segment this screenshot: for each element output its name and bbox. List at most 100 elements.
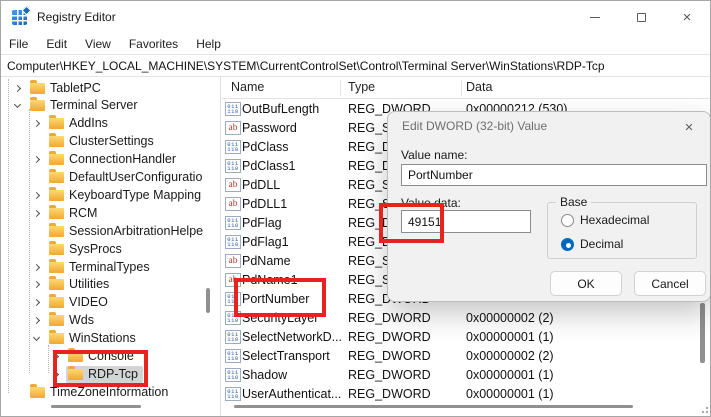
column-header-name[interactable]: Name — [231, 80, 264, 94]
tree-item-winstations[interactable]: WinStations — [34, 329, 141, 347]
cancel-button[interactable]: Cancel — [634, 271, 706, 296]
tree-item-addins[interactable]: AddIns — [34, 114, 113, 132]
tree-pane: TabletPCTerminal Server AddIns ClusterSett… — [1, 77, 221, 417]
tree-selection-highlight: RDP-Tcp — [66, 366, 143, 383]
maximize-button[interactable] — [618, 1, 664, 33]
tree-item-sysprocs[interactable]: SysProcs — [34, 240, 127, 258]
tree-item-connectionhandler[interactable]: ConnectionHandler — [34, 150, 181, 168]
chevron-right-icon[interactable] — [52, 352, 59, 359]
tree-item-label: TabletPC — [50, 81, 101, 95]
tree-item-defaultuserconfiguratio[interactable]: DefaultUserConfiguratio — [34, 168, 207, 186]
value-name: Password — [242, 121, 297, 135]
tree-item-body: TimeZoneInformation — [28, 384, 173, 401]
chevron-right-icon[interactable] — [33, 298, 40, 305]
tree-item-wds[interactable]: Wds — [34, 311, 99, 329]
tree-item-terminal-server[interactable]: Terminal Server — [15, 96, 143, 114]
dialog-title: Edit DWORD (32-bit) Value — [402, 119, 547, 133]
menu-item-file[interactable]: File — [9, 37, 37, 51]
value-data-input[interactable] — [401, 210, 531, 233]
tree-item-video[interactable]: VIDEO — [34, 293, 113, 311]
chevron-right-icon[interactable] — [33, 119, 40, 126]
tree-item-terminaltypes[interactable]: TerminalTypes — [34, 258, 155, 276]
reg-dword-icon: 011110 — [225, 292, 241, 306]
tree-item-label: SysProcs — [69, 242, 122, 256]
reg-dword-icon: 011110 — [225, 159, 241, 173]
tree-item-body: TerminalTypes — [47, 259, 155, 276]
list-horizontal-scrollbar[interactable] — [234, 405, 633, 408]
radio-unchecked-icon[interactable] — [561, 214, 574, 227]
folder-icon — [49, 172, 64, 183]
tree-item-utilities[interactable]: Utilities — [34, 275, 114, 293]
menu-bar: FileEditViewFavoritesHelp — [1, 33, 710, 54]
menu-item-view[interactable]: View — [76, 37, 120, 51]
edit-dword-dialog: Edit DWORD (32-bit) Value × Value name: … — [387, 111, 711, 302]
chevron-down-icon[interactable] — [14, 100, 21, 107]
radio-checked-icon[interactable] — [561, 238, 574, 251]
tree-item-tabletpc[interactable]: TabletPC — [15, 79, 106, 97]
base-groupbox-label: Base — [556, 195, 591, 209]
dialog-close-button[interactable]: × — [676, 115, 702, 139]
chevron-right-icon[interactable] — [33, 263, 40, 270]
tree-item-label: KeyboardType Mapping — [69, 188, 201, 202]
tree-item-sessionarbitrationhelpe[interactable]: SessionArbitrationHelpe — [34, 222, 208, 240]
folder-icon — [49, 279, 64, 290]
tree-item-label: Console — [88, 349, 134, 363]
folder-icon — [30, 100, 45, 111]
chevron-right-icon[interactable] — [52, 370, 59, 377]
folder-icon — [49, 226, 64, 237]
radio-option-decimal[interactable]: Decimal — [561, 237, 623, 251]
value-name: Shadow — [242, 368, 287, 382]
tree-item-label: RDP-Tcp — [88, 367, 138, 381]
tree-item-label: AddIns — [69, 116, 108, 130]
value-name: PdFlag1 — [242, 235, 289, 249]
menu-item-favorites[interactable]: Favorites — [120, 37, 187, 51]
registry-value-row-userauthenticat[interactable]: 011110UserAuthenticat...REG_DWORD0x00000… — [222, 385, 711, 404]
value-name: PdClass1 — [242, 159, 296, 173]
close-button[interactable]: × — [664, 1, 710, 33]
value-name-input[interactable] — [401, 164, 707, 186]
minimize-button[interactable] — [572, 1, 618, 33]
tree-item-body: DefaultUserConfiguratio — [47, 169, 207, 186]
chevron-right-icon[interactable] — [14, 84, 21, 91]
chevron-right-icon[interactable] — [33, 280, 40, 287]
chevron-right-icon[interactable] — [33, 191, 40, 198]
value-type: REG_DWORD — [348, 311, 431, 325]
column-header-type[interactable]: Type — [348, 80, 375, 94]
chevron-down-icon[interactable] — [33, 333, 40, 340]
reg-sz-icon: ab — [225, 121, 241, 135]
radio-option-hexadecimal[interactable]: Hexadecimal — [561, 213, 649, 227]
tree-item-body: SysProcs — [47, 241, 127, 258]
ok-button[interactable]: OK — [550, 271, 622, 296]
chevron-right-icon[interactable] — [33, 209, 40, 216]
resize-grip[interactable] — [699, 404, 709, 414]
tree-item-rcm[interactable]: RCM — [34, 204, 102, 222]
tree-item-clustersettings[interactable]: ClusterSettings — [34, 132, 159, 150]
tree-item-rdp-tcp[interactable]: RDP-Tcp — [53, 365, 143, 383]
chevron-right-icon[interactable] — [33, 316, 40, 323]
tree-item-label: VIDEO — [69, 295, 108, 309]
reg-dword-icon: 011110 — [225, 368, 241, 382]
tree-item-label: TimeZoneInformation — [50, 385, 168, 399]
radio-label: Hexadecimal — [580, 213, 649, 227]
menu-item-help[interactable]: Help — [187, 37, 230, 51]
tree-vertical-scrollbar[interactable] — [206, 288, 210, 313]
registry-value-row-selecttransport[interactable]: 011110SelectTransportREG_DWORD0x00000002… — [222, 347, 711, 366]
tree-item-label: RCM — [69, 206, 97, 220]
value-type: REG_DWORD — [348, 368, 431, 382]
menu-item-edit[interactable]: Edit — [37, 37, 76, 51]
tree-item-timezoneinformation[interactable]: TimeZoneInformation — [15, 383, 173, 401]
column-header-data[interactable]: Data — [466, 80, 492, 94]
registry-value-row-securitylayer[interactable]: 011110SecurityLayerREG_DWORD0x00000002 (… — [222, 309, 711, 328]
address-bar[interactable]: Computer\HKEY_LOCAL_MACHINE\SYSTEM\Curre… — [1, 54, 710, 77]
chevron-right-icon[interactable] — [33, 155, 40, 162]
registry-value-row-shadow[interactable]: 011110ShadowREG_DWORD0x00000001 (1) — [222, 366, 711, 385]
folder-icon — [68, 351, 83, 362]
registry-value-row-selectnetworkd[interactable]: 011110SelectNetworkD...REG_DWORD0x000000… — [222, 328, 711, 347]
tree-item-keyboardtype-mapping[interactable]: KeyboardType Mapping — [34, 186, 206, 204]
column-divider — [340, 80, 341, 96]
tree-item-console[interactable]: Console — [53, 347, 139, 365]
tree-horizontal-scrollbar[interactable] — [51, 405, 141, 408]
list-vertical-scrollbar[interactable] — [700, 303, 705, 363]
value-name: OutBufLength — [242, 102, 319, 116]
base-groupbox: Base HexadecimalDecimal — [547, 202, 697, 259]
